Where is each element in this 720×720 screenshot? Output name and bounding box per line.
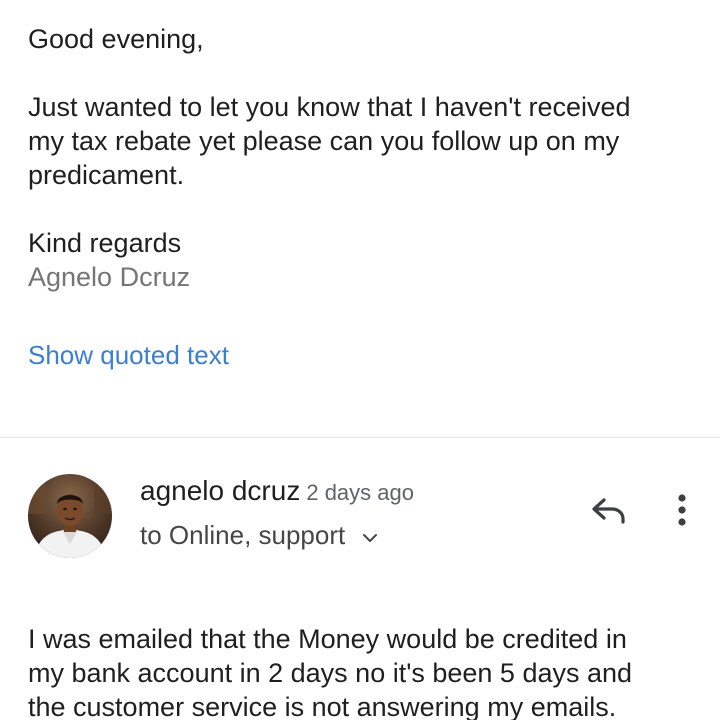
message-body-latest: I was emailed that the Money would be cr… (28, 622, 708, 720)
message-body-previous: Good evening, Just wanted to let you kno… (28, 22, 698, 294)
reply-icon (592, 498, 625, 524)
body-line: I was emailed that the Money would be cr… (28, 624, 627, 654)
body-line: my bank account in 2 days no it's been 5… (28, 658, 633, 688)
recipients-text: to Online, support (140, 520, 346, 550)
reply-button[interactable] (586, 488, 630, 532)
signature-text: Agnelo Dcruz (28, 262, 191, 292)
sender-avatar[interactable] (28, 474, 112, 558)
more-vert-icon (678, 494, 686, 526)
greeting-text: Good evening, (28, 24, 204, 54)
sender-name[interactable]: agnelo dcruz (140, 475, 300, 506)
recipients-toggle[interactable]: to Online, support (140, 518, 378, 552)
body-line: the customer service is not answering my… (28, 692, 617, 720)
message-divider (0, 437, 720, 438)
body-line: Just wanted to let you know that I haven… (28, 92, 631, 122)
email-thread: Good evening, Just wanted to let you kno… (0, 0, 720, 720)
more-options-button[interactable] (662, 488, 702, 532)
closing-text: Kind regards (28, 228, 182, 258)
body-line: predicament. (28, 160, 185, 190)
body-line: my tax rebate yet please can you follow … (28, 126, 620, 156)
chevron-down-icon (362, 518, 378, 552)
sent-time: 2 days ago (306, 480, 414, 505)
show-quoted-text-link[interactable]: Show quoted text (28, 338, 229, 372)
avatar-photo-icon (28, 474, 112, 558)
sender-header: agnelo dcruz 2 days ago (140, 474, 414, 508)
